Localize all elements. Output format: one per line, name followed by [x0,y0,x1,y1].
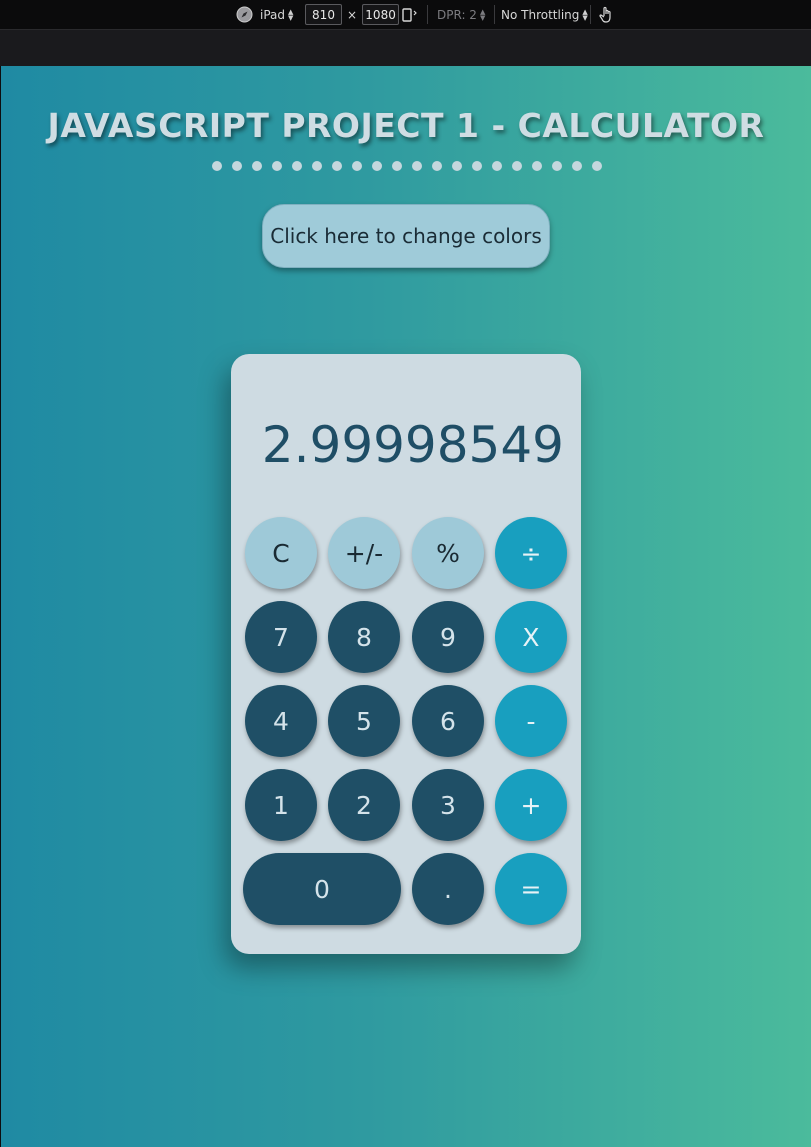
select-arrows-icon: ▲ ▼ [582,7,588,22]
plus-button[interactable]: + [495,769,567,841]
percent-button[interactable]: % [412,517,484,589]
divider-dot [572,161,582,171]
throttling-label: No Throttling [501,7,580,22]
digit-3-button[interactable]: 3 [412,769,484,841]
dot-divider [212,161,602,171]
calculator: 2.99998549 C +/- % ÷ 7 8 9 X 4 5 6 - 1 2… [231,354,581,954]
page-viewport: JAVASCRIPT PROJECT 1 - CALCULATOR Click … [1,66,811,1147]
divider-dot [492,161,502,171]
hand-pointer-icon [599,6,611,23]
digit-9-button[interactable]: 9 [412,601,484,673]
digit-2-button[interactable]: 2 [328,769,400,841]
select-arrows-icon: ▲ ▼ [479,7,486,22]
divider-dot [372,161,382,171]
minus-button[interactable]: - [495,685,567,757]
touch-simulation-button[interactable] [598,0,614,29]
divider-dot [212,161,222,171]
divider-dot [532,161,542,171]
select-arrows-icon: ▲ ▼ [288,7,294,22]
times-sign: × [347,7,358,22]
divider-dot [332,161,342,171]
digit-8-button[interactable]: 8 [328,601,400,673]
decimal-button[interactable]: . [412,853,484,925]
digit-5-button[interactable]: 5 [328,685,400,757]
divider-dot [432,161,442,171]
equals-button[interactable]: = [495,853,567,925]
divider-dot [252,161,262,171]
divider-dot [312,161,322,171]
divider-dot [292,161,302,171]
compass-icon [236,6,253,23]
page-title: JAVASCRIPT PROJECT 1 - CALCULATOR [47,106,765,145]
device-selector[interactable]: iPad ▲ ▼ [236,0,293,29]
digit-7-button[interactable]: 7 [245,601,317,673]
dpr-selector[interactable]: DPR: 2 ▲ ▼ [437,0,485,29]
divider-dot [592,161,602,171]
divider-dot [412,161,422,171]
rotate-device-icon [402,7,417,22]
divider-dot [272,161,282,171]
height-input[interactable]: 1080 [362,4,400,25]
change-colors-button[interactable]: Click here to change colors [262,204,550,268]
digit-6-button[interactable]: 6 [412,685,484,757]
divider-dot [552,161,562,171]
digit-0-button[interactable]: 0 [243,853,401,925]
device-name: iPad [260,7,286,22]
divider-dot [512,161,522,171]
devtools-toolbar: iPad ▲ ▼ 810 × 1080 DPR: 2 ▲ ▼ No Throttli… [0,0,811,29]
clear-button[interactable]: C [245,517,317,589]
sign-toggle-button[interactable]: +/- [328,517,400,589]
divider-dot [452,161,462,171]
divide-button[interactable]: ÷ [495,517,567,589]
dpr-label: DPR: 2 [437,7,477,22]
divider-dot [352,161,362,171]
divider-dot [232,161,242,171]
multiply-button[interactable]: X [495,601,567,673]
throttling-selector[interactable]: No Throttling ▲ ▼ [501,0,588,29]
calculator-display: 2.99998549 [261,416,564,474]
width-input[interactable]: 810 [305,4,342,25]
divider-dot [392,161,402,171]
rotate-button[interactable] [401,0,419,29]
devtools-spacer [0,29,811,66]
digit-1-button[interactable]: 1 [245,769,317,841]
digit-4-button[interactable]: 4 [245,685,317,757]
divider-dot [472,161,482,171]
